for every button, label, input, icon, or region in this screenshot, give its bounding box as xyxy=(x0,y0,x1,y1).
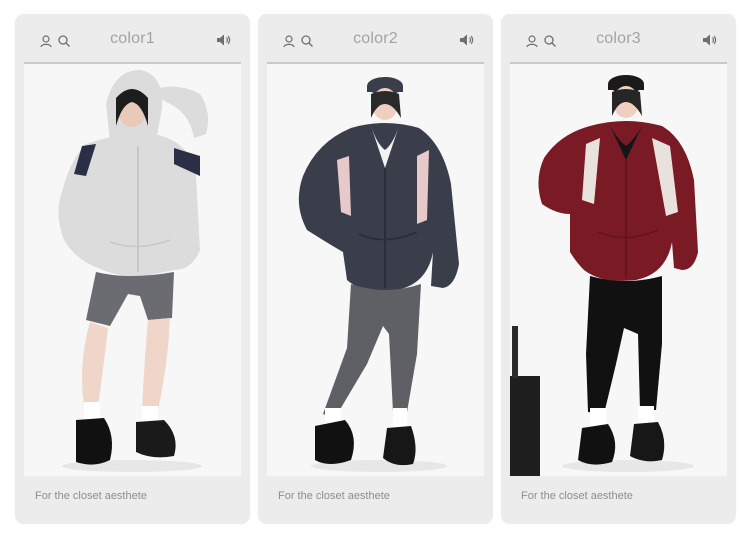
card-title: color2 xyxy=(353,30,398,47)
product-card-color1[interactable]: color1 For the closet aesthete xyxy=(15,14,250,524)
card-title: color1 xyxy=(110,30,155,47)
product-card-color2[interactable]: color2 For the closet aesthete xyxy=(258,14,493,524)
speaker-icon[interactable] xyxy=(702,33,718,47)
card-header: color3 xyxy=(501,14,736,62)
card-caption: For the closet aesthete xyxy=(521,490,633,502)
card-caption: For the closet aesthete xyxy=(35,490,147,502)
product-photo[interactable] xyxy=(510,64,727,476)
card-title: color3 xyxy=(596,30,641,47)
product-card-color3[interactable]: color3 For the closet aesthete xyxy=(501,14,736,524)
product-photo[interactable] xyxy=(24,64,241,476)
speaker-icon[interactable] xyxy=(459,33,475,47)
card-caption: For the closet aesthete xyxy=(278,490,390,502)
product-photo[interactable] xyxy=(267,64,484,476)
card-header: color1 xyxy=(15,14,250,62)
speaker-icon[interactable] xyxy=(216,33,232,47)
card-header: color2 xyxy=(258,14,493,62)
